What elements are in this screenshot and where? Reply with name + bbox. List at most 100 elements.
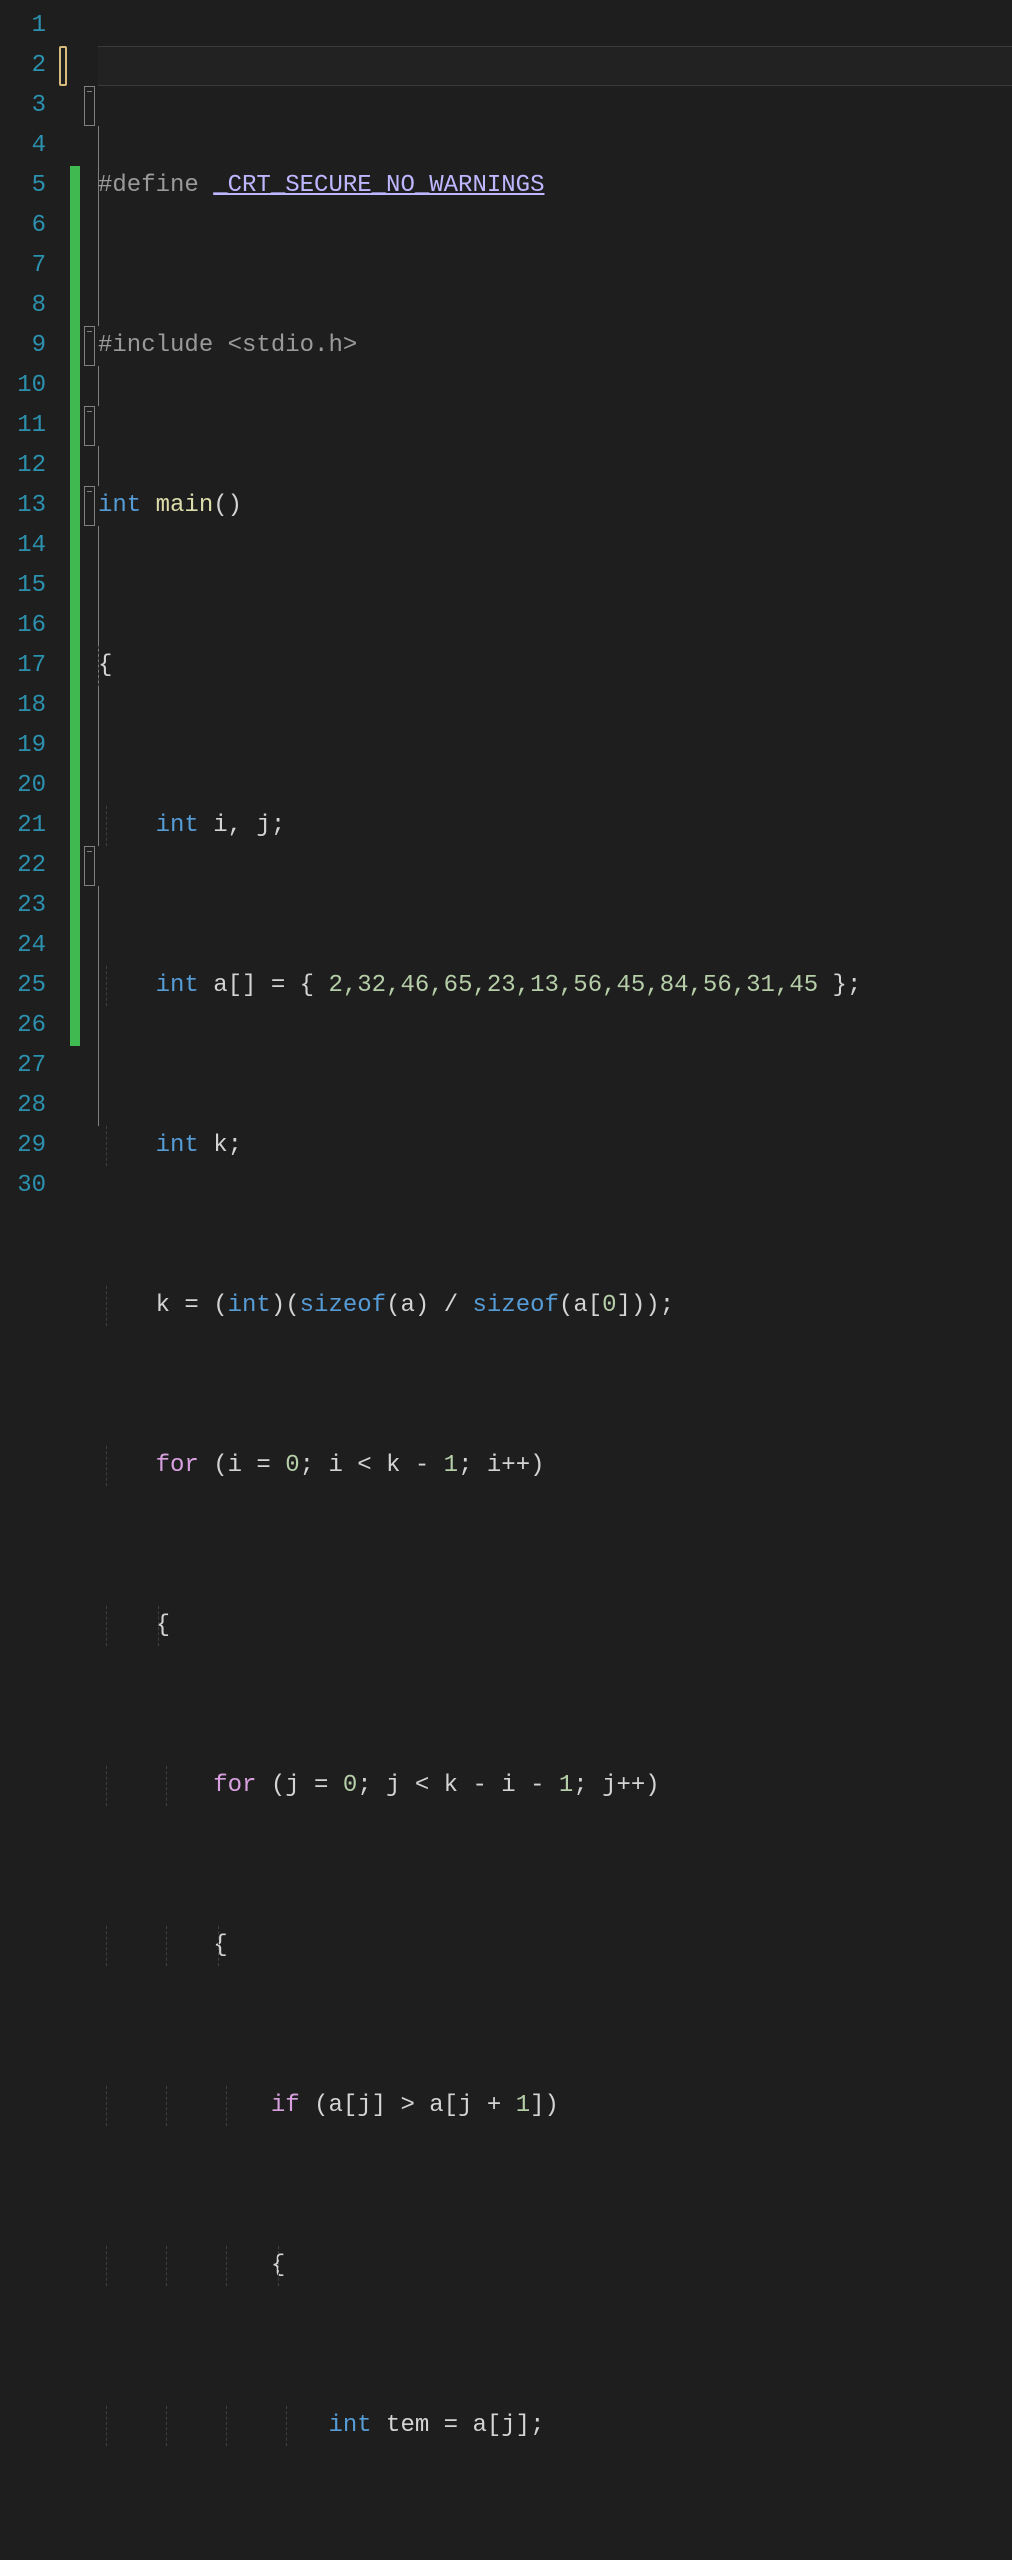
token-macro: _CRT_SECURE_NO_WARNINGS: [213, 172, 544, 199]
token-number: 1: [516, 2092, 530, 2119]
token-punct: (a[: [559, 1292, 602, 1319]
code-line[interactable]: {: [98, 1926, 1012, 1966]
line-number: 18: [0, 686, 46, 726]
change-marker: [70, 366, 80, 406]
fold-margin[interactable]: [80, 0, 98, 1280]
code-line[interactable]: {: [98, 646, 1012, 686]
token-type: int: [156, 972, 214, 999]
token-punct: (): [213, 492, 242, 519]
code-line[interactable]: #define _CRT_SECURE_NO_WARNINGS: [98, 166, 1012, 206]
code-line[interactable]: int main(): [98, 486, 1012, 526]
code-line[interactable]: {: [98, 1606, 1012, 1646]
code-line[interactable]: for (j = 0; j < k - i - 1; j++): [98, 1766, 1012, 1806]
change-marker: [70, 606, 80, 646]
fold-toggle-icon[interactable]: [84, 486, 95, 526]
line-number: 26: [0, 1006, 46, 1046]
line-number: 30: [0, 1166, 46, 1206]
token-header: <stdio.h>: [228, 332, 358, 359]
line-number: 27: [0, 1046, 46, 1086]
change-marker: [70, 286, 80, 326]
code-line[interactable]: int k;: [98, 1126, 1012, 1166]
code-line[interactable]: {: [98, 2246, 1012, 2286]
code-line[interactable]: k = (int)(sizeof(a) / sizeof(a[0]));: [98, 1286, 1012, 1326]
line-number: 5: [0, 166, 46, 206]
change-marker: [70, 566, 80, 606]
token-punct: (j =: [271, 1772, 343, 1799]
token-keyword: sizeof: [473, 1292, 559, 1319]
token-keyword: sizeof: [300, 1292, 386, 1319]
bookmark-icon: [59, 46, 67, 86]
change-marker: [70, 246, 80, 286]
change-marker: [70, 766, 80, 806]
fold-toggle-icon[interactable]: [84, 326, 95, 366]
token-punct: ]));: [617, 1292, 675, 1319]
fold-toggle-icon[interactable]: [84, 406, 95, 446]
change-marker: [70, 726, 80, 766]
token-type: int: [156, 1132, 214, 1159]
token-number: 0: [602, 1292, 616, 1319]
line-number: 19: [0, 726, 46, 766]
token-number: 2,32,46,65,23,13,56,45,84,56,31,45: [328, 972, 818, 999]
code-line[interactable]: int a[] = { 2,32,46,65,23,13,56,45,84,56…: [98, 966, 1012, 1006]
line-number: 28: [0, 1086, 46, 1126]
token-punct: (a) /: [386, 1292, 472, 1319]
change-marker: [70, 806, 80, 846]
change-marker: [70, 206, 80, 246]
line-number: 7: [0, 246, 46, 286]
line-number: 15: [0, 566, 46, 606]
line-number: 14: [0, 526, 46, 566]
line-number: 20: [0, 766, 46, 806]
line-number: 23: [0, 886, 46, 926]
token-brace: {: [213, 1932, 227, 1959]
token-punct: ; i < k -: [300, 1452, 444, 1479]
token-number: 1: [559, 1772, 573, 1799]
token-punct: (a[j] > a[j +: [314, 2092, 516, 2119]
change-marker: [70, 446, 80, 486]
token-var: tem = a[j];: [386, 2412, 544, 2439]
line-number: 25: [0, 966, 46, 1006]
token-punct: };: [818, 972, 861, 999]
token-punct: ; i++): [458, 1452, 544, 1479]
code-line[interactable]: for (i = 0; i < k - 1; i++): [98, 1446, 1012, 1486]
token-type: int: [98, 492, 156, 519]
token-number: 0: [285, 1452, 299, 1479]
line-number: 4: [0, 126, 46, 166]
token-number: 0: [343, 1772, 357, 1799]
code-line[interactable]: #include <stdio.h>: [98, 326, 1012, 366]
change-marker: [70, 326, 80, 366]
change-marker: [70, 166, 80, 206]
code-line[interactable]: int i, j;: [98, 806, 1012, 846]
token-var: i, j;: [213, 812, 285, 839]
token-keyword: if: [271, 2092, 314, 2119]
line-number: 12: [0, 446, 46, 486]
token-keyword: for: [156, 1452, 214, 1479]
token-var: k;: [213, 1132, 242, 1159]
line-number: 11: [0, 406, 46, 446]
token-var: k = (: [156, 1292, 228, 1319]
token-brace: {: [98, 652, 112, 679]
line-number: 1: [0, 6, 46, 46]
line-number: 16: [0, 606, 46, 646]
line-number: 17: [0, 646, 46, 686]
token-punct: ; j++): [573, 1772, 659, 1799]
code-line[interactable]: int tem = a[j];: [98, 2406, 1012, 2446]
fold-toggle-icon[interactable]: [84, 846, 95, 886]
token-preproc: #define: [98, 172, 213, 199]
code-line[interactable]: if (a[j] > a[j + 1]): [98, 2086, 1012, 2126]
change-marker: [70, 926, 80, 966]
change-marker: [70, 526, 80, 566]
token-preproc: #include: [98, 332, 228, 359]
token-punct: [] = {: [228, 972, 329, 999]
line-number: 8: [0, 286, 46, 326]
token-number: 1: [444, 1452, 458, 1479]
line-number: 3: [0, 86, 46, 126]
fold-toggle-icon[interactable]: [84, 86, 95, 126]
code-editor[interactable]: 1234567891011121314151617181920212223242…: [0, 0, 1012, 1280]
line-number: 2: [0, 46, 46, 86]
change-marker: [70, 846, 80, 886]
line-number: 13: [0, 486, 46, 526]
token-function: main: [156, 492, 214, 519]
code-area[interactable]: #define _CRT_SECURE_NO_WARNINGS #include…: [98, 0, 1012, 1280]
line-number: 9: [0, 326, 46, 366]
change-marker: [70, 486, 80, 526]
